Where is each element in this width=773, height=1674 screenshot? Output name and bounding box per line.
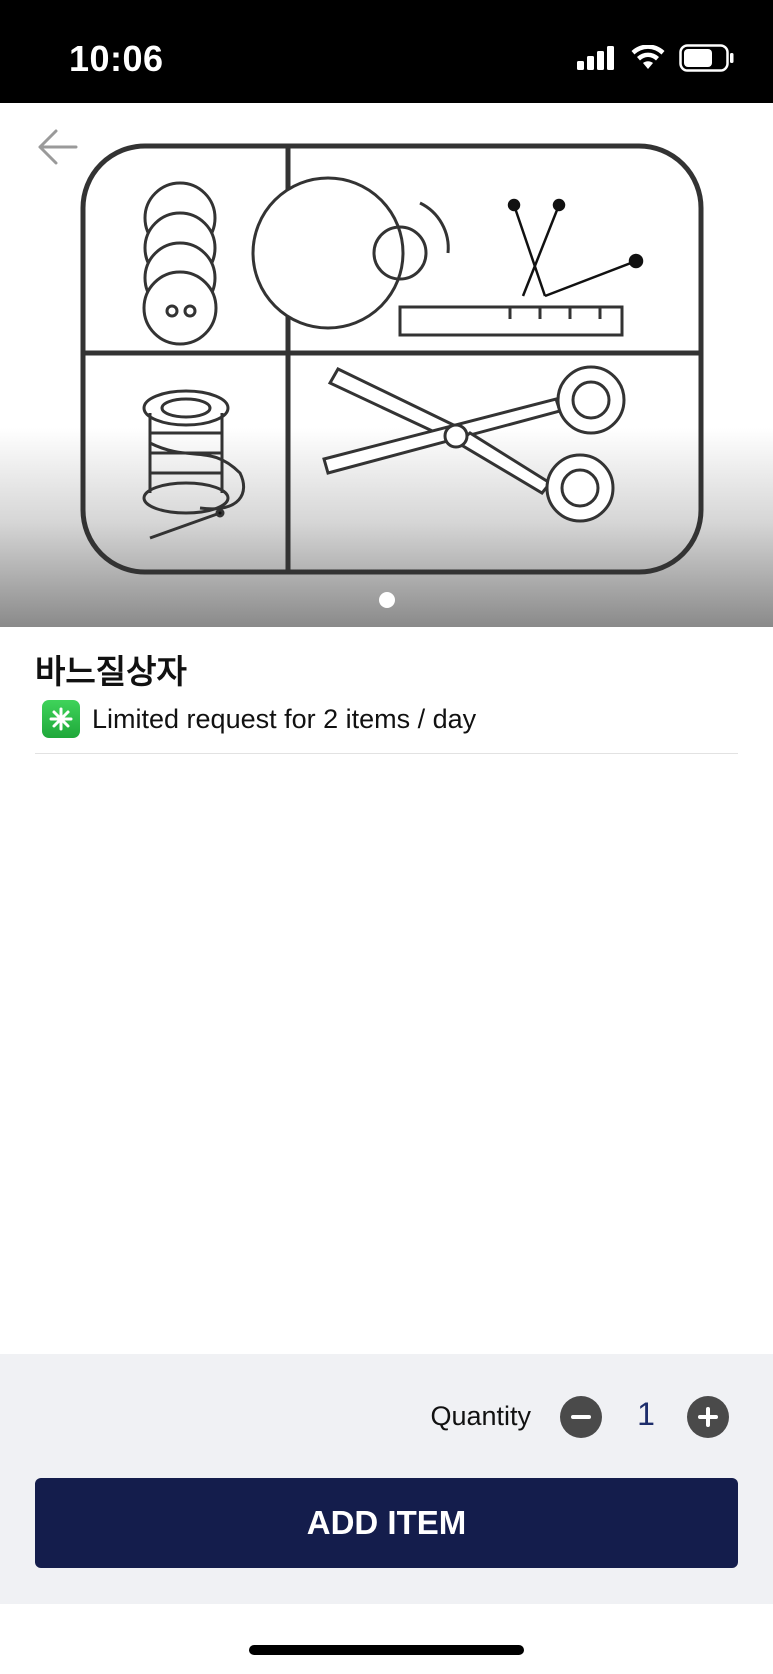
request-limit-notice: Limited request for 2 items / day	[42, 700, 476, 738]
asterisk-badge-icon	[42, 700, 80, 738]
quantity-label: Quantity	[430, 1401, 531, 1431]
wifi-icon	[631, 45, 665, 69]
request-limit-text: Limited request for 2 items / day	[92, 703, 477, 734]
carousel-page-indicator[interactable]	[379, 592, 395, 608]
add-to-cart-panel: Quantity 1 ADD ITEM	[0, 1354, 773, 1604]
back-arrow-icon	[38, 129, 78, 165]
status-bar: 10:06	[0, 0, 773, 103]
quantity-value: 1	[637, 1396, 655, 1432]
plus-circle-icon	[698, 1407, 718, 1427]
divider	[35, 753, 738, 754]
minus-circle-icon	[571, 1415, 591, 1419]
status-time: 10:06	[69, 38, 164, 79]
sewing-box-illustration	[80, 143, 704, 575]
back-button[interactable]	[36, 125, 80, 169]
cellular-signal-icon	[577, 46, 614, 70]
product-title: 바느질상자	[35, 653, 187, 690]
status-icons	[577, 44, 735, 72]
product-image-carousel[interactable]	[0, 103, 773, 627]
add-item-button[interactable]: ADD ITEM	[35, 1478, 738, 1568]
home-indicator[interactable]	[249, 1645, 524, 1655]
decrease-quantity-button[interactable]	[560, 1396, 602, 1438]
increase-quantity-button[interactable]	[687, 1396, 729, 1438]
battery-icon	[679, 44, 734, 72]
